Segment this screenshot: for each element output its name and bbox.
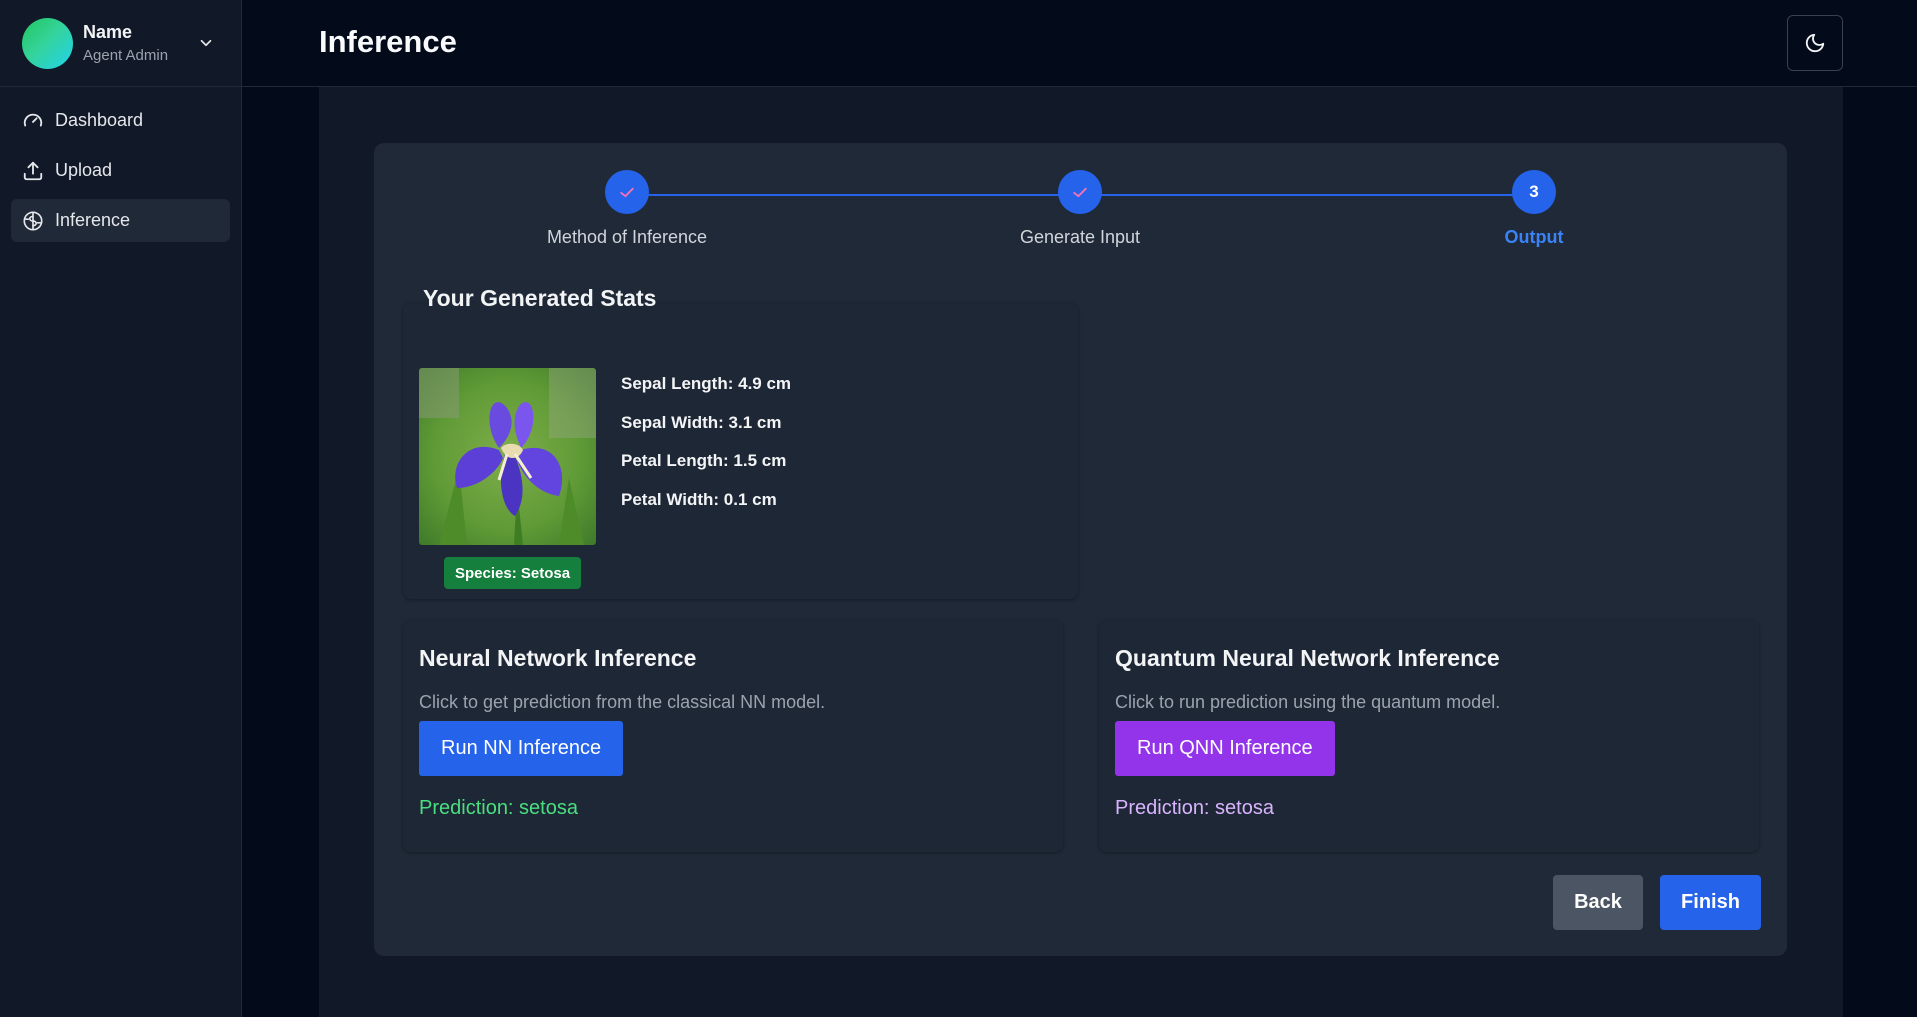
check-icon xyxy=(1073,187,1087,198)
user-name: Name xyxy=(83,22,133,42)
check-icon xyxy=(620,187,634,198)
sepal-length-stat: Sepal Length: 4.9 cm xyxy=(621,374,792,393)
qnn-description: Click to run prediction using the quantu… xyxy=(1115,692,1501,712)
inference-wizard: Method of Inference Generate Input 3 Out… xyxy=(374,143,1787,956)
sidebar-item-label: Upload xyxy=(55,160,113,180)
petal-width-stat: Petal Width: 0.1 cm xyxy=(621,489,777,509)
step-complete-circle xyxy=(1058,170,1102,214)
qnn-prediction: Prediction: setosa xyxy=(1115,797,1274,819)
sidebar: Name Agent Admin Dashboard Upload Infere… xyxy=(0,0,242,1017)
step-number-circle: 3 xyxy=(1512,170,1556,214)
sidebar-item-dashboard[interactable]: Dashboard xyxy=(11,99,230,142)
back-button[interactable]: Back xyxy=(1553,875,1643,930)
run-nn-inference-button[interactable]: Run NN Inference xyxy=(419,721,624,776)
gauge-icon xyxy=(23,113,43,126)
sepal-width-stat: Sepal Width: 3.1 cm xyxy=(621,412,782,432)
sidebar-item-label: Inference xyxy=(55,210,131,230)
step-generate-input[interactable]: Generate Input xyxy=(930,170,1230,248)
petal-length-stat: Petal Length: 1.5 cm xyxy=(621,451,787,470)
step-complete-circle xyxy=(605,170,649,214)
stepper: Method of Inference Generate Input 3 Out… xyxy=(374,143,1787,263)
user-profile[interactable]: Name Agent Admin xyxy=(0,0,241,87)
run-qnn-inference-button[interactable]: Run QNN Inference xyxy=(1115,721,1335,776)
nn-description: Click to get prediction from the classic… xyxy=(419,692,826,712)
user-role: Agent Admin xyxy=(83,47,169,64)
sidebar-item-upload[interactable]: Upload xyxy=(11,149,230,192)
top-bar: Inference xyxy=(242,0,1917,87)
moon-icon xyxy=(1805,33,1825,53)
step-label: Generate Input xyxy=(1019,227,1141,247)
sidebar-item-label: Dashboard xyxy=(55,110,144,130)
upload-icon xyxy=(23,161,43,180)
step-output[interactable]: 3 Output xyxy=(1384,170,1684,248)
brain-icon xyxy=(23,210,43,231)
chevron-down-icon[interactable] xyxy=(197,34,215,52)
sidebar-item-inference[interactable]: Inference xyxy=(11,199,230,242)
step-label: Method of Inference xyxy=(546,227,708,247)
sidebar-nav: Dashboard Upload Inference xyxy=(0,87,241,261)
stat-lines: Sepal Length: 4.9 cm Sepal Width: 3.1 cm… xyxy=(621,369,791,523)
avatar xyxy=(22,17,73,69)
qnn-inference-panel: Quantum Neural Network Inference Click t… xyxy=(1099,620,1759,852)
iris-flower-image xyxy=(419,368,596,545)
species-badge: Species: Setosa xyxy=(444,557,582,589)
qnn-title: Quantum Neural Network Inference xyxy=(1115,645,1500,671)
finish-button[interactable]: Finish xyxy=(1660,875,1761,930)
main-content: Method of Inference Generate Input 3 Out… xyxy=(319,87,1843,1017)
step-label: Output xyxy=(1504,227,1564,247)
nn-inference-panel: Neural Network Inference Click to get pr… xyxy=(403,620,1063,852)
step-method-of-inference[interactable]: Method of Inference xyxy=(477,170,777,248)
nn-prediction: Prediction: setosa xyxy=(419,797,578,819)
nn-title: Neural Network Inference xyxy=(419,645,697,671)
page-title: Inference xyxy=(319,24,457,59)
theme-toggle-button[interactable] xyxy=(1787,15,1843,71)
stats-title: Your Generated Stats xyxy=(423,285,657,311)
